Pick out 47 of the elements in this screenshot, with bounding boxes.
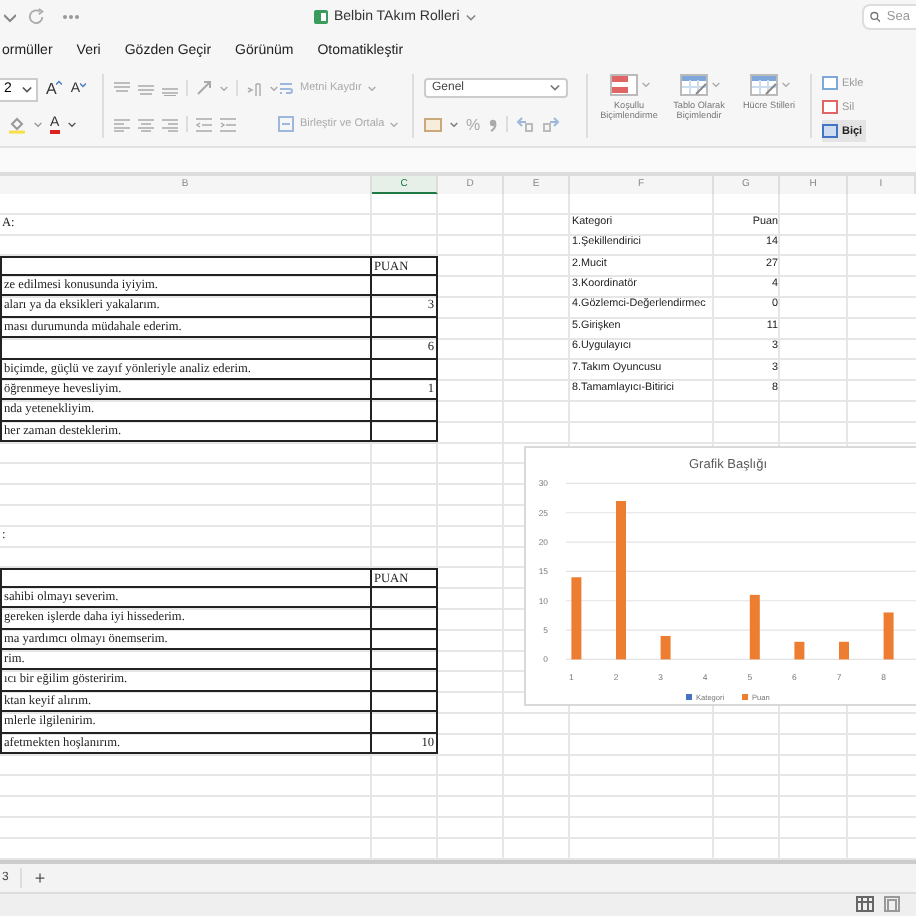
currency-icon[interactable]: [424, 117, 442, 132]
bar: [839, 640, 849, 659]
grid-view-icon[interactable]: [856, 896, 874, 913]
caret-icon: [550, 84, 560, 93]
align-icon[interactable]: [114, 81, 130, 95]
bar: [883, 611, 894, 659]
merge-icon: [278, 116, 294, 132]
decrease-decimal-icon[interactable]: [542, 116, 561, 133]
align-icon[interactable]: [162, 117, 178, 131]
bar: [660, 634, 671, 659]
caret-icon[interactable]: [450, 121, 458, 128]
add-sheet-button[interactable]: +: [22, 867, 58, 887]
bar: [794, 640, 805, 659]
orientation-icon[interactable]: [196, 80, 212, 96]
caret-icon: [390, 121, 399, 127]
redo-icon[interactable]: [28, 8, 46, 26]
wrap-text-icon: [278, 80, 294, 96]
page-layout-icon[interactable]: [884, 896, 900, 913]
caret-icon[interactable]: [67, 122, 76, 129]
caret-icon: [22, 85, 32, 94]
caret-icon: [80, 82, 87, 89]
highlighted-rows-icon: [609, 74, 637, 96]
chevron-down-icon[interactable]: [465, 13, 476, 21]
bar: [571, 576, 582, 659]
align-icon[interactable]: [138, 81, 154, 95]
text-direction-icon[interactable]: [246, 81, 262, 95]
fill-color-icon[interactable]: [8, 116, 26, 135]
more-icon[interactable]: [62, 14, 80, 20]
document-icon: [314, 10, 328, 24]
align-icon[interactable]: [114, 117, 130, 131]
bar: [749, 593, 760, 659]
increase-decimal-icon[interactable]: [516, 116, 535, 133]
search-icon: [870, 10, 881, 24]
indent-icon[interactable]: [196, 117, 212, 131]
comma-style-icon[interactable]: [488, 117, 499, 132]
caret-icon: [641, 82, 649, 88]
chevron-down-icon[interactable]: [4, 11, 16, 23]
caret-up-icon: [56, 80, 63, 87]
table-grid-icon: [749, 74, 777, 96]
increase-font-size-button[interactable]: A: [46, 80, 63, 99]
align-icon[interactable]: [138, 117, 154, 131]
formula-bar[interactable]: [0, 146, 916, 172]
caret-icon: [367, 85, 376, 91]
table-grid-icon: [679, 74, 707, 96]
indent-icon[interactable]: [220, 117, 236, 131]
caret-icon: [711, 82, 719, 88]
caret-icon: [781, 82, 789, 88]
